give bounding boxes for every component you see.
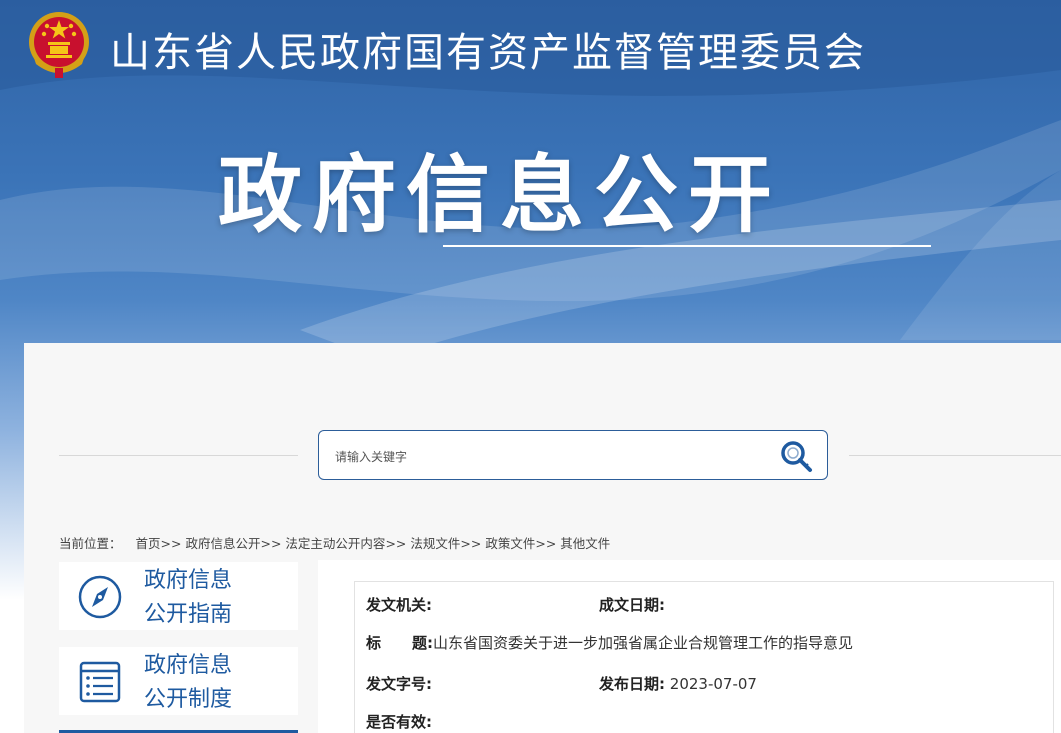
sidebar-item-label-line2: 公开指南	[144, 602, 233, 627]
sidebar-item-label-line2: 公开制度	[144, 687, 233, 712]
document-info-box: 发文机关: 成文日期: 标 题:山东省国资委关于进一步加强省属企业合规管理工作的指…	[354, 581, 1054, 733]
national-emblem-icon	[29, 12, 89, 78]
breadcrumb-label: 当前位置：	[59, 536, 122, 551]
search-input[interactable]	[333, 445, 767, 469]
issuer-row: 发文机关:	[366, 594, 432, 615]
search-box	[318, 430, 828, 480]
breadcrumb-separator: >>	[160, 536, 182, 551]
created-date-row: 成文日期:	[599, 594, 665, 615]
document-title-value: 山东省国资委关于进一步加强省属企业合规管理工作的指导意见	[433, 634, 854, 652]
breadcrumb-item-info-disclosure[interactable]: 政府信息公开	[185, 536, 260, 551]
sidebar-item-disclosure-guide[interactable]: 政府信息 公开指南	[59, 562, 298, 630]
document-list-icon	[79, 661, 121, 703]
title-row: 标 题:山东省国资委关于进一步加强省属企业合规管理工作的指导意见	[366, 632, 853, 653]
compass-icon	[78, 575, 122, 619]
sidebar-item-label: 政府信息 公开指南	[144, 564, 264, 632]
search-icon[interactable]	[777, 437, 815, 475]
sidebar-item-disclosure-system[interactable]: 政府信息 公开制度	[59, 647, 298, 715]
breadcrumb-separator: >>	[260, 536, 282, 551]
breadcrumb-separator: >>	[460, 536, 482, 551]
breadcrumb-item-other-documents[interactable]: 其他文件	[560, 536, 610, 551]
validity-label: 是否有效:	[366, 713, 432, 731]
published-date-label: 发布日期:	[599, 675, 665, 693]
breadcrumb-separator: >>	[385, 536, 407, 551]
search-divider-right	[849, 455, 1061, 456]
breadcrumb: 当前位置： 首页>> 政府信息公开>> 法定主动公开内容>> 法规文件>> 政策文…	[59, 533, 610, 552]
breadcrumb-item-statutory-content[interactable]: 法定主动公开内容	[285, 536, 385, 551]
sidebar-item-label: 政府信息 公开制度	[144, 649, 264, 717]
published-date-row: 发布日期: 2023-07-07	[599, 673, 757, 694]
breadcrumb-separator: >>	[535, 536, 557, 551]
validity-row: 是否有效:	[366, 711, 432, 732]
doc-number-label: 发文字号:	[366, 675, 432, 693]
search-divider-left	[59, 455, 298, 456]
breadcrumb-item-regulations[interactable]: 法规文件	[410, 536, 460, 551]
sidebar-item-label-line1: 政府信息	[144, 568, 233, 593]
published-date-value: 2023-07-07	[669, 675, 757, 693]
breadcrumb-item-home[interactable]: 首页	[136, 536, 161, 551]
site-title: 山东省人民政府国有资产监督管理委员会	[110, 30, 866, 76]
sidebar-item-label-line1: 政府信息	[144, 653, 233, 678]
breadcrumb-item-policy-documents[interactable]: 政策文件	[485, 536, 535, 551]
title-label-part2: 题:	[412, 634, 434, 652]
title-label-part1: 标	[366, 634, 382, 652]
title-underline	[443, 245, 931, 247]
page-title: 政府信息公开	[218, 146, 783, 244]
created-date-label: 成文日期:	[599, 596, 665, 614]
doc-number-row: 发文字号:	[366, 673, 432, 694]
issuer-label: 发文机关:	[366, 596, 432, 614]
